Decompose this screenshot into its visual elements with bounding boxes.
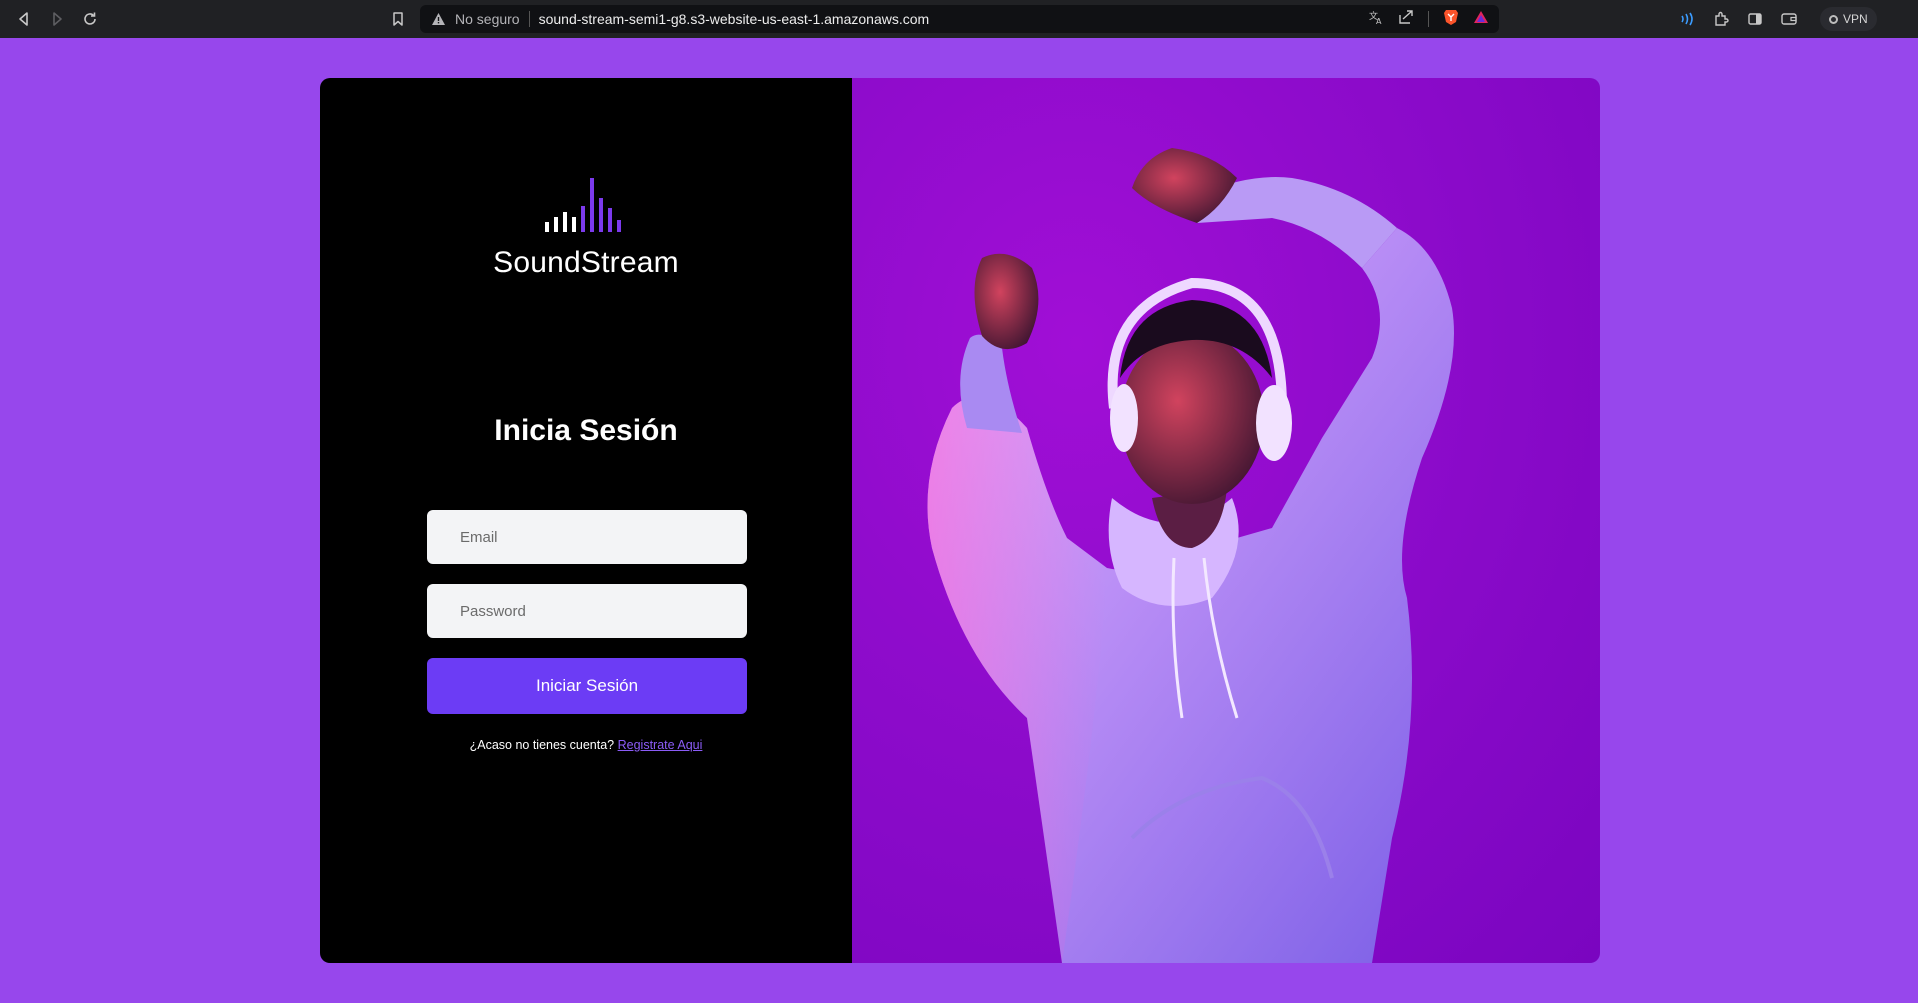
brave-shield-icon[interactable] <box>1443 8 1459 31</box>
share-icon[interactable] <box>1398 9 1414 30</box>
address-bar[interactable]: No seguro sound-stream-semi1-g8.s3-websi… <box>420 5 1499 33</box>
soundstream-logo-icon <box>545 178 621 232</box>
login-heading: Inicia Sesión <box>494 414 678 447</box>
forward-icon[interactable] <box>41 3 73 35</box>
reload-icon[interactable] <box>74 3 106 35</box>
login-button[interactable]: Iniciar Sesión <box>427 658 747 714</box>
brand-name: SoundStream <box>493 246 679 279</box>
logo: SoundStream <box>320 176 852 280</box>
action-separator <box>1428 11 1429 27</box>
svg-text:A: A <box>1376 17 1382 25</box>
brave-rewards-icon[interactable] <box>1473 9 1489 30</box>
url-text[interactable]: sound-stream-semi1-g8.s3-website-us-east… <box>539 11 930 27</box>
signup-prompt: ¿Acaso no tienes cuenta? Registrate Aqui <box>320 738 852 752</box>
back-icon[interactable] <box>8 3 40 35</box>
browser-toolbar: No seguro sound-stream-semi1-g8.s3-websi… <box>0 0 1918 38</box>
login-panel: SoundStream Inicia Sesión Iniciar Sesión… <box>320 78 852 963</box>
wallet-icon[interactable] <box>1774 3 1804 35</box>
vpn-status-icon <box>1829 14 1838 24</box>
signup-link[interactable]: Registrate Aqui <box>618 738 703 752</box>
vpn-button[interactable]: VPN <box>1820 7 1877 31</box>
password-field[interactable] <box>427 584 747 638</box>
translate-icon[interactable]: 文A <box>1368 9 1384 30</box>
address-bar-actions: 文A <box>1368 5 1489 33</box>
login-card: SoundStream Inicia Sesión Iniciar Sesión… <box>320 78 1600 963</box>
nav-buttons <box>8 3 106 35</box>
warning-icon <box>430 11 446 27</box>
person-with-headphones-photo <box>927 148 1454 963</box>
vpn-label: VPN <box>1843 12 1868 26</box>
bookmark-icon[interactable] <box>382 3 414 35</box>
email-field[interactable] <box>427 510 747 564</box>
security-label[interactable]: No seguro <box>455 11 520 27</box>
extensions-icon[interactable] <box>1706 3 1736 35</box>
url-separator <box>528 11 530 27</box>
sidebar-icon[interactable] <box>1740 3 1770 35</box>
audio-icon[interactable] <box>1672 3 1702 35</box>
toolbar-right <box>1672 3 1804 35</box>
signup-prompt-text: ¿Acaso no tienes cuenta? <box>469 738 618 752</box>
hero-image <box>852 78 1600 963</box>
